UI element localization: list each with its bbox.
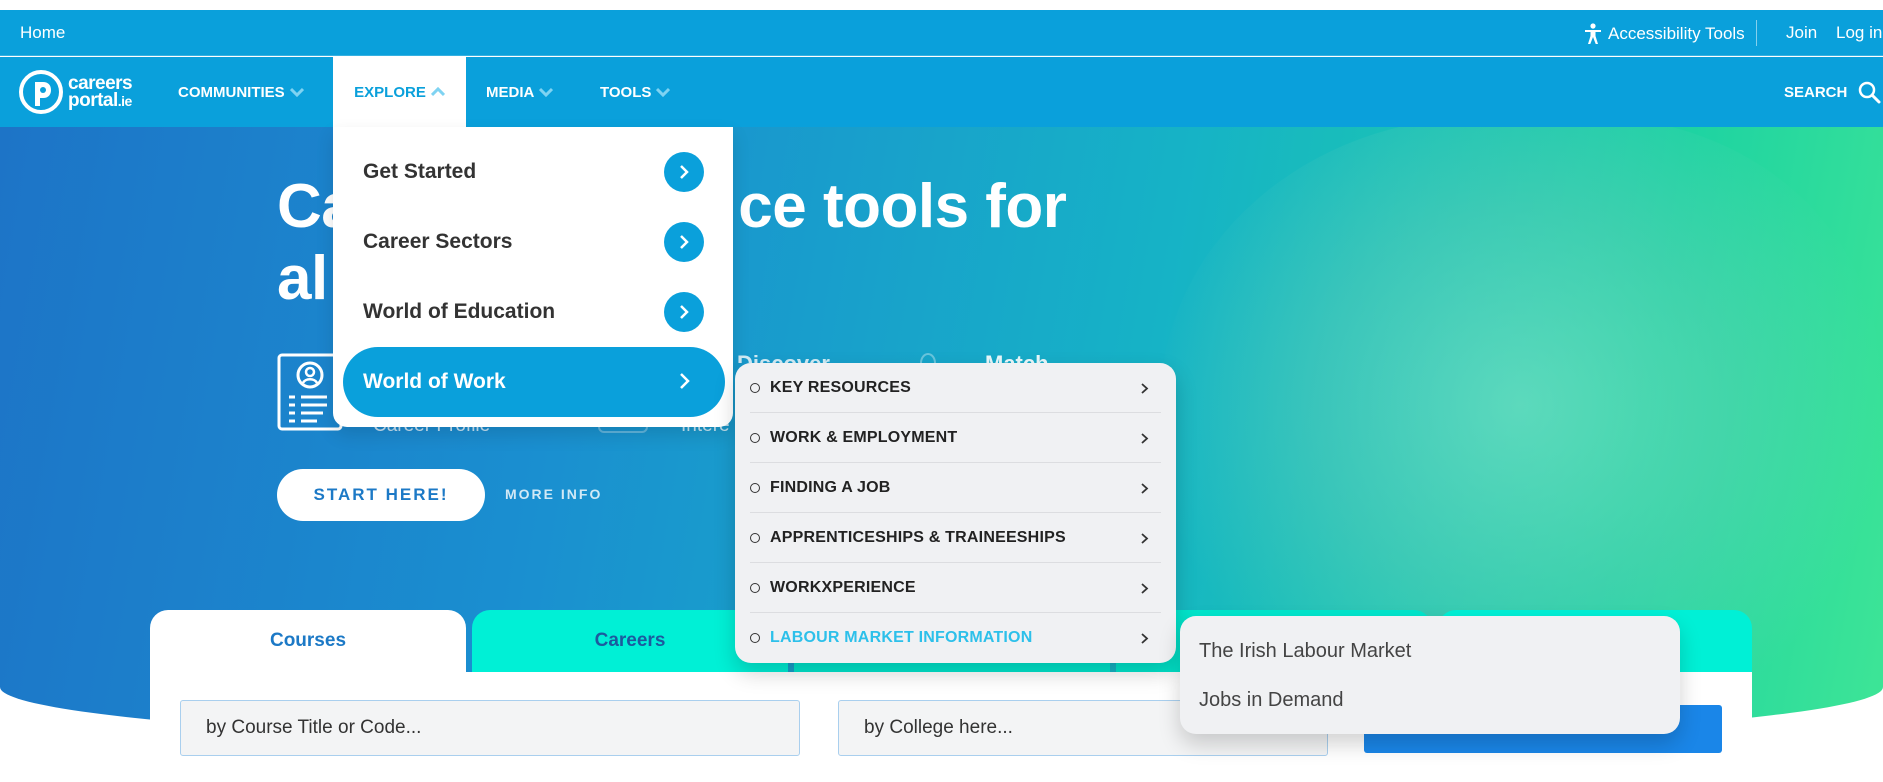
submenu-item-key-resources[interactable]: KEY RESOURCES — [750, 363, 1161, 413]
submenu-item-label: WORKXPERIENCE — [770, 578, 916, 596]
login-link[interactable]: Log in — [1836, 23, 1882, 43]
nav-media[interactable]: MEDIA — [486, 57, 554, 127]
bullet-icon — [750, 532, 760, 543]
menu-item-world-of-work[interactable]: World of Work — [343, 347, 725, 417]
join-link[interactable]: Join — [1786, 23, 1817, 43]
accessibility-tools-label: Accessibility Tools — [1608, 24, 1745, 43]
logo-suffix: .ie — [117, 92, 133, 109]
bullet-icon — [750, 482, 760, 493]
main-nav: careers portal.ie COMMUNITIES EXPLORE ME… — [0, 57, 1883, 127]
menu-item-career-sectors[interactable]: Career Sectors — [333, 212, 733, 272]
menu-item-label: World of Education — [363, 300, 556, 323]
explore-dropdown: Get Started Career Sectors World of Educ… — [333, 127, 733, 427]
chevron-down-icon — [539, 87, 554, 97]
bullet-icon — [750, 382, 760, 393]
submenu-link-irish-labour-market[interactable]: The Irish Labour Market — [1199, 640, 1411, 663]
accessibility-tools-link[interactable]: Accessibility Tools — [1584, 23, 1745, 45]
menu-item-world-of-education[interactable]: World of Education — [333, 282, 733, 342]
hero-title-end: ce tools for — [738, 172, 1067, 241]
chevron-right-icon — [1141, 633, 1149, 644]
logo-portal: portal — [68, 89, 118, 111]
menu-item-label: Get Started — [363, 160, 477, 183]
nav-explore-label: EXPLORE — [354, 83, 426, 101]
chevron-down-icon — [289, 87, 304, 97]
logo-line2: portal.ie — [68, 89, 133, 111]
world-of-work-submenu: KEY RESOURCES WORK & EMPLOYMENT FINDING … — [735, 363, 1176, 663]
tab-courses[interactable]: Courses — [150, 610, 466, 672]
menu-item-label: Career Sectors — [363, 230, 513, 253]
nav-tools[interactable]: TOOLS — [600, 57, 671, 127]
search-icon — [1859, 81, 1881, 104]
hero-match-label: Match — [985, 351, 1049, 363]
submenu-item-labour-market-information[interactable]: LABOUR MARKET INFORMATION — [750, 613, 1161, 663]
search-button[interactable]: SEARCH — [1784, 57, 1881, 127]
chevron-right-icon — [1141, 483, 1149, 494]
submenu-item-apprenticeships[interactable]: APPRENTICESHIPS & TRAINEESHIPS — [750, 513, 1161, 563]
submenu-link-jobs-in-demand[interactable]: Jobs in Demand — [1199, 689, 1344, 712]
chevron-down-icon — [656, 87, 671, 97]
bullet-icon — [750, 633, 760, 643]
menu-item-get-started[interactable]: Get Started — [333, 142, 733, 202]
submenu-item-label: APPRENTICESHIPS & TRAINEESHIPS — [770, 528, 1066, 546]
logo-text: careers portal.ie — [68, 74, 133, 111]
more-info-link[interactable]: MORE INFO — [505, 486, 602, 502]
page: Home Accessibility Tools Join Log in car… — [0, 0, 1883, 782]
submenu-item-label: FINDING A JOB — [770, 478, 891, 496]
home-link[interactable]: Home — [20, 23, 65, 43]
start-here-button[interactable]: START HERE! — [277, 469, 485, 521]
nav-communities[interactable]: COMMUNITIES — [178, 57, 304, 127]
submenu-item-label: LABOUR MARKET INFORMATION — [770, 629, 1033, 646]
menu-item-label: World of Work — [363, 370, 506, 393]
divider — [1756, 20, 1757, 46]
chevron-right-icon — [664, 152, 704, 192]
chevron-right-icon — [664, 222, 704, 262]
chevron-right-icon — [664, 292, 704, 332]
nav-explore[interactable]: EXPLORE — [333, 57, 466, 127]
chevron-right-icon — [1141, 433, 1149, 444]
accessibility-icon — [1585, 23, 1601, 44]
chevron-up-icon — [430, 87, 445, 97]
logo[interactable]: careers portal.ie — [19, 66, 133, 118]
nav-tools-label: TOOLS — [600, 83, 652, 101]
logo-mark-icon — [19, 70, 63, 114]
utility-bar: Home Accessibility Tools Join Log in — [0, 10, 1883, 56]
labour-market-submenu: The Irish Labour Market Jobs in Demand — [1180, 616, 1680, 734]
submenu-item-label: WORK & EMPLOYMENT — [770, 428, 958, 446]
submenu-item-workxperience[interactable]: WORKXPERIENCE — [750, 563, 1161, 613]
hero-discover-label: Discover — [737, 351, 830, 363]
search-label: SEARCH — [1784, 83, 1848, 101]
chevron-right-icon — [1141, 383, 1149, 394]
submenu-item-work-employment[interactable]: WORK & EMPLOYMENT — [750, 413, 1161, 463]
course-title-input[interactable]: by Course Title or Code... — [180, 700, 800, 756]
nav-media-label: MEDIA — [486, 83, 535, 101]
bullet-icon — [750, 582, 760, 593]
submenu-item-label: KEY RESOURCES — [770, 378, 912, 396]
nav-communities-label: COMMUNITIES — [178, 83, 285, 101]
chevron-right-icon — [1141, 533, 1149, 544]
submenu-item-finding-a-job[interactable]: FINDING A JOB — [750, 463, 1161, 513]
chevron-right-icon — [680, 373, 690, 389]
chevron-right-icon — [1141, 583, 1149, 594]
bullet-icon — [750, 432, 760, 443]
